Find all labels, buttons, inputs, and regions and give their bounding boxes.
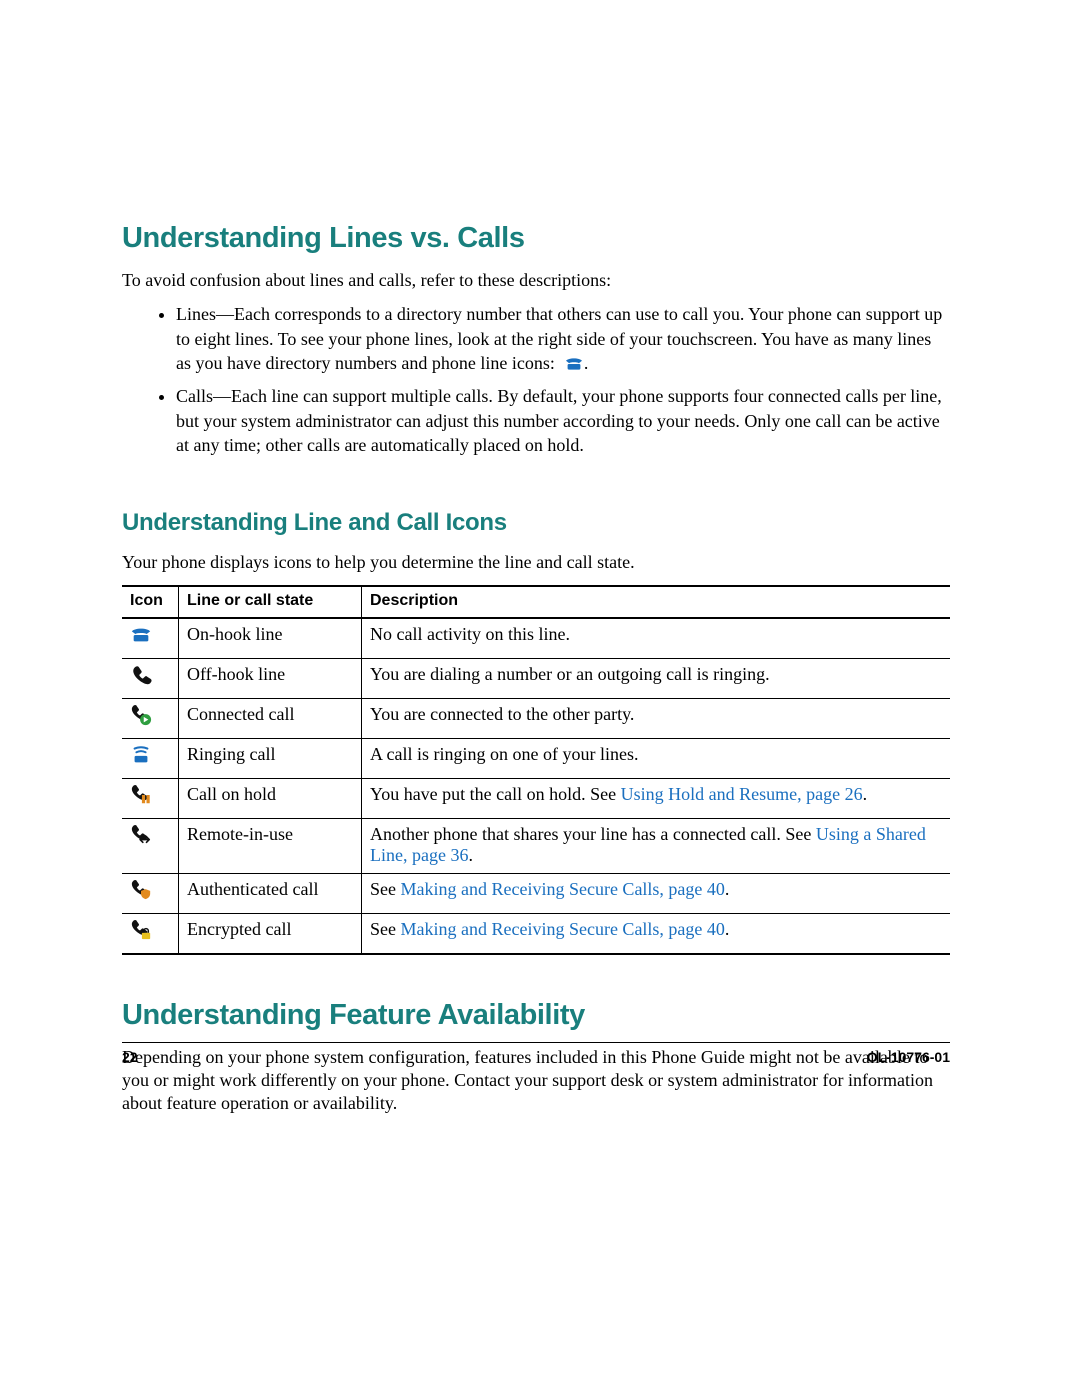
th-icon: Icon bbox=[122, 586, 179, 618]
table-row: Ringing call A call is ringing on one of… bbox=[122, 738, 950, 778]
link-hold-resume[interactable]: Using Hold and Resume, page 26 bbox=[621, 784, 863, 804]
table-row: Off-hook line You are dialing a number o… bbox=[122, 658, 950, 698]
onhook-icon bbox=[130, 630, 152, 650]
authenticated-call-icon bbox=[130, 885, 152, 905]
link-secure-calls-1[interactable]: Making and Receiving Secure Calls, page … bbox=[401, 879, 725, 899]
th-desc: Description bbox=[362, 586, 951, 618]
hold-icon bbox=[130, 790, 152, 810]
table-row: Remote-in-use Another phone that shares … bbox=[122, 818, 950, 873]
state-onhook: On-hook line bbox=[179, 618, 362, 659]
state-offhook: Off-hook line bbox=[179, 658, 362, 698]
desc-onhook: No call activity on this line. bbox=[362, 618, 951, 659]
icons-intro-text: Your phone displays icons to help you de… bbox=[122, 551, 950, 574]
page-number: 22 bbox=[122, 1049, 138, 1065]
table-row: Encrypted call See Making and Receiving … bbox=[122, 913, 950, 954]
encrypted-call-icon bbox=[130, 925, 152, 945]
desc-ringing: A call is ringing on one of your lines. bbox=[362, 738, 951, 778]
desc-offhook: You are dialing a number or an outgoing … bbox=[362, 658, 951, 698]
bullet-lines-text-pre: Lines—Each corresponds to a directory nu… bbox=[176, 304, 942, 373]
bullet-lines-text-post: . bbox=[584, 353, 589, 373]
table-row: Authenticated call See Making and Receiv… bbox=[122, 873, 950, 913]
connected-call-icon bbox=[130, 710, 152, 730]
bullet-list-lines-calls: Lines—Each corresponds to a directory nu… bbox=[122, 302, 950, 457]
table-row: Connected call You are connected to the … bbox=[122, 698, 950, 738]
document-id: OL-10776-01 bbox=[867, 1049, 950, 1065]
page-footer: 22 OL-10776-01 bbox=[122, 1042, 950, 1065]
state-auth: Authenticated call bbox=[179, 873, 362, 913]
link-secure-calls-2[interactable]: Making and Receiving Secure Calls, page … bbox=[401, 919, 725, 939]
bullet-lines: Lines—Each corresponds to a directory nu… bbox=[176, 302, 950, 378]
state-encrypted: Encrypted call bbox=[179, 913, 362, 954]
desc-encrypted: See Making and Receiving Secure Calls, p… bbox=[362, 913, 951, 954]
desc-hold: You have put the call on hold. See Using… bbox=[362, 778, 951, 818]
bullet-calls: Calls—Each line can support multiple cal… bbox=[176, 384, 950, 457]
icon-state-table: Icon Line or call state Description On-h… bbox=[122, 585, 950, 955]
heading-lines-vs-calls: Understanding Lines vs. Calls bbox=[122, 222, 950, 255]
state-remote: Remote-in-use bbox=[179, 818, 362, 873]
heading-feature-availability: Understanding Feature Availability bbox=[122, 999, 950, 1032]
offhook-icon bbox=[130, 670, 152, 690]
table-row: Call on hold You have put the call on ho… bbox=[122, 778, 950, 818]
desc-remote: Another phone that shares your line has … bbox=[362, 818, 951, 873]
ringing-call-icon bbox=[130, 750, 152, 770]
state-hold: Call on hold bbox=[179, 778, 362, 818]
heading-line-call-icons: Understanding Line and Call Icons bbox=[122, 509, 950, 537]
state-ringing: Ringing call bbox=[179, 738, 362, 778]
state-connected: Connected call bbox=[179, 698, 362, 738]
th-state: Line or call state bbox=[179, 586, 362, 618]
remote-in-use-icon bbox=[130, 830, 152, 850]
desc-auth: See Making and Receiving Secure Calls, p… bbox=[362, 873, 951, 913]
intro-lines-vs-calls: To avoid confusion about lines and calls… bbox=[122, 269, 950, 292]
table-row: On-hook line No call activity on this li… bbox=[122, 618, 950, 659]
desc-connected: You are connected to the other party. bbox=[362, 698, 951, 738]
phone-line-icon bbox=[564, 354, 584, 378]
